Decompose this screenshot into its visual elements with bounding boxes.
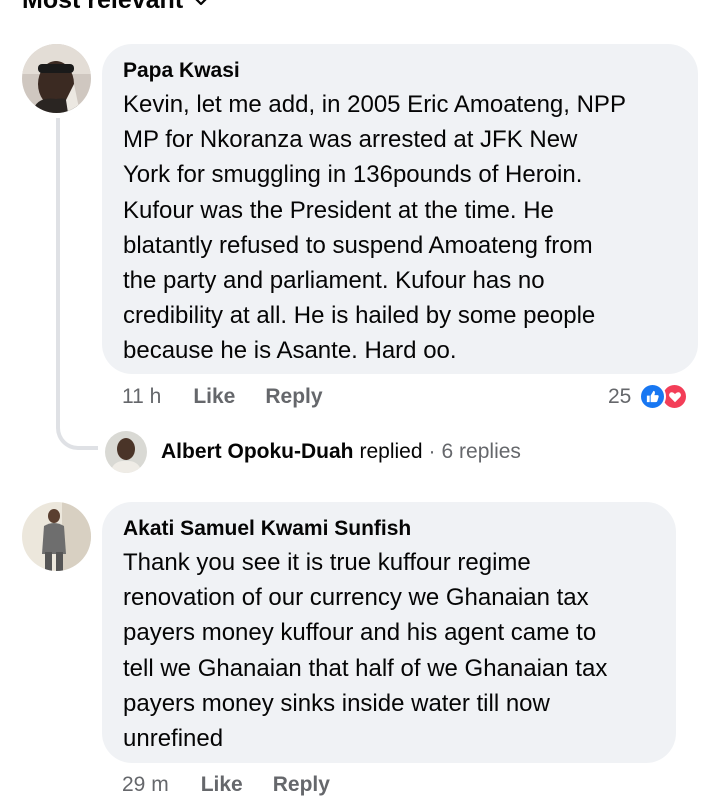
profile-photo <box>22 44 91 113</box>
reaction-summary[interactable]: 25 <box>608 383 689 410</box>
comment-timestamp[interactable]: 11 h <box>122 385 161 409</box>
reaction-count: 25 <box>608 384 632 408</box>
reply-button[interactable]: Reply <box>265 385 322 409</box>
like-button[interactable]: Like <box>193 385 235 409</box>
thread-connector-line <box>56 118 98 450</box>
like-button[interactable]: Like <box>201 773 243 797</box>
separator-dot: · <box>428 440 436 463</box>
sort-dropdown[interactable]: Most relevant <box>22 0 209 15</box>
avatar[interactable] <box>22 502 91 571</box>
sort-label: Most relevant <box>22 0 184 14</box>
avatar[interactable] <box>22 44 91 113</box>
comment-text: Thank you see it is true kuffour regime … <box>123 549 608 753</box>
comment-actions: 11 h Like Reply <box>122 385 353 409</box>
comment-bubble: Papa Kwasi Kevin, let me add, in 2005 Er… <box>102 44 698 374</box>
like-reaction-icon <box>639 383 667 410</box>
reply-author: Albert Opoku-Duah <box>161 440 354 463</box>
reply-button[interactable]: Reply <box>273 773 330 797</box>
comment-author[interactable]: Akati Samuel Kwami Sunfish <box>123 516 656 542</box>
comment-actions: 29 m Like Reply <box>122 773 360 797</box>
reply-count: 6 replies <box>441 440 521 463</box>
comment-timestamp[interactable]: 29 m <box>122 773 169 797</box>
comment-bubble: Akati Samuel Kwami Sunfish Thank you see… <box>102 502 676 763</box>
reply-avatar[interactable] <box>105 431 147 473</box>
profile-photo <box>105 431 147 473</box>
comment-text: Kevin, let me add, in 2005 Eric Amoateng… <box>123 91 626 365</box>
profile-photo <box>22 502 91 571</box>
reply-verb: replied <box>359 440 423 463</box>
chevron-down-icon <box>196 0 207 5</box>
comment-author[interactable]: Papa Kwasi <box>123 58 678 84</box>
view-replies-link[interactable]: Albert Opoku-Duah replied · 6 replies <box>161 440 521 464</box>
